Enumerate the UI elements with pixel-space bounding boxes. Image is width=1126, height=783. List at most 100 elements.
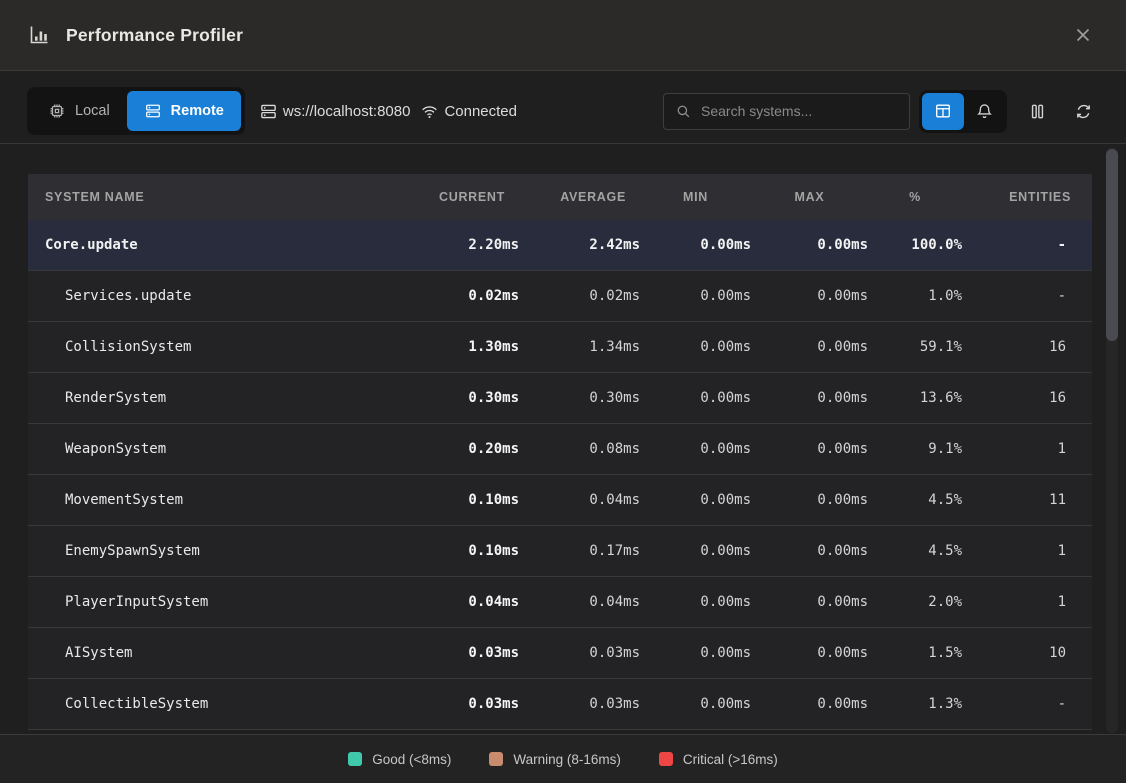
entities-cell: 1 (962, 441, 1092, 457)
local-mode-button[interactable]: Local (31, 91, 127, 131)
max-cell: 0.00ms (751, 594, 868, 610)
local-mode-label: Local (75, 103, 110, 119)
average-cell: 0.17ms (519, 543, 640, 559)
min-cell: 0.00ms (640, 339, 751, 355)
column-header-system-name[interactable]: SYSTEM NAME (28, 190, 404, 204)
average-cell: 0.04ms (519, 594, 640, 610)
vertical-scrollbar[interactable] (1106, 147, 1118, 733)
average-cell: 2.42ms (519, 237, 640, 253)
system-name-cell: PlayerInputSystem (28, 594, 404, 610)
max-cell: 0.00ms (751, 390, 868, 406)
legend-swatch-icon (489, 752, 503, 766)
cpu-chip-icon (48, 102, 66, 120)
table-row[interactable]: AISystem 0.03ms 0.03ms 0.00ms 0.00ms 1.5… (28, 628, 1092, 679)
scrollbar-thumb[interactable] (1106, 149, 1118, 341)
legend-item: Good (<8ms) (348, 752, 451, 767)
column-header-current[interactable]: CURRENT (404, 190, 519, 204)
table-row[interactable]: CollisionSystem 1.30ms 1.34ms 0.00ms 0.0… (28, 322, 1092, 373)
legend-label: Warning (8-16ms) (513, 752, 621, 767)
table-body: Core.update 2.20ms 2.42ms 0.00ms 0.00ms … (28, 220, 1092, 730)
current-cell: 0.03ms (404, 696, 519, 712)
search-icon (675, 103, 692, 120)
percent-cell: 4.5% (868, 543, 962, 559)
max-cell: 0.00ms (751, 441, 868, 457)
percent-cell: 9.1% (868, 441, 962, 457)
alerts-button[interactable] (964, 93, 1004, 130)
table-row[interactable]: PlayerInputSystem 0.04ms 0.04ms 0.00ms 0… (28, 577, 1092, 628)
view-toggle-group (919, 90, 1007, 133)
percent-cell: 1.3% (868, 696, 962, 712)
column-header-entities[interactable]: ENTITIES (962, 190, 1092, 204)
bell-icon (975, 102, 994, 121)
websocket-url-text: ws://localhost:8080 (283, 103, 411, 120)
max-cell: 0.00ms (751, 645, 868, 661)
wifi-icon (420, 102, 439, 121)
refresh-button[interactable] (1067, 93, 1099, 130)
pause-button[interactable] (1021, 93, 1053, 130)
average-cell: 1.34ms (519, 339, 640, 355)
table-row[interactable]: MovementSystem 0.10ms 0.04ms 0.00ms 0.00… (28, 475, 1092, 526)
column-header-percent[interactable]: % (868, 190, 962, 204)
search-input[interactable] (701, 103, 898, 119)
bar-chart-icon (28, 24, 50, 46)
remote-mode-button[interactable]: Remote (127, 91, 241, 131)
max-cell: 0.00ms (751, 339, 868, 355)
current-cell: 1.30ms (404, 339, 519, 355)
min-cell: 0.00ms (640, 441, 751, 457)
connection-status-text: Connected (444, 103, 517, 120)
table-row[interactable]: RenderSystem 0.30ms 0.30ms 0.00ms 0.00ms… (28, 373, 1092, 424)
percent-cell: 1.5% (868, 645, 962, 661)
current-cell: 2.20ms (404, 237, 519, 253)
percent-cell: 59.1% (868, 339, 962, 355)
websocket-url: ws://localhost:8080 (259, 102, 411, 121)
table-row[interactable]: WeaponSystem 0.20ms 0.08ms 0.00ms 0.00ms… (28, 424, 1092, 475)
average-cell: 0.02ms (519, 288, 640, 304)
column-header-average[interactable]: AVERAGE (519, 190, 640, 204)
table-view-button[interactable] (922, 93, 964, 130)
toolbar: Local Remote (27, 87, 1099, 135)
column-header-max[interactable]: MAX (751, 190, 868, 204)
current-cell: 0.04ms (404, 594, 519, 610)
current-cell: 0.30ms (404, 390, 519, 406)
table-row[interactable]: EnemySpawnSystem 0.10ms 0.17ms 0.00ms 0.… (28, 526, 1092, 577)
connection-status: Connected (420, 102, 517, 121)
entities-cell: 1 (962, 594, 1092, 610)
remote-mode-label: Remote (171, 103, 224, 119)
average-cell: 0.30ms (519, 390, 640, 406)
table-header-row: SYSTEM NAME CURRENT AVERAGE MIN MAX % EN… (28, 174, 1092, 220)
entities-cell: 10 (962, 645, 1092, 661)
table-row[interactable]: Core.update 2.20ms 2.42ms 0.00ms 0.00ms … (28, 220, 1092, 271)
percent-cell: 1.0% (868, 288, 962, 304)
table-row[interactable]: Services.update 0.02ms 0.02ms 0.00ms 0.0… (28, 271, 1092, 322)
current-cell: 0.02ms (404, 288, 519, 304)
max-cell: 0.00ms (751, 237, 868, 253)
percent-cell: 2.0% (868, 594, 962, 610)
server-icon (144, 102, 162, 120)
legend-label: Good (<8ms) (372, 752, 451, 767)
max-cell: 0.00ms (751, 288, 868, 304)
min-cell: 0.00ms (640, 645, 751, 661)
min-cell: 0.00ms (640, 492, 751, 508)
entities-cell: 16 (962, 339, 1092, 355)
system-name-cell: WeaponSystem (28, 441, 404, 457)
average-cell: 0.04ms (519, 492, 640, 508)
min-cell: 0.00ms (640, 390, 751, 406)
max-cell: 0.00ms (751, 492, 868, 508)
system-name-cell: Core.update (28, 237, 404, 253)
column-header-min[interactable]: MIN (640, 190, 751, 204)
min-cell: 0.00ms (640, 543, 751, 559)
legend-swatch-icon (659, 752, 673, 766)
system-name-cell: CollectibleSystem (28, 696, 404, 712)
legend-swatch-icon (348, 752, 362, 766)
current-cell: 0.10ms (404, 543, 519, 559)
legend-item: Critical (>16ms) (659, 752, 778, 767)
entities-cell: 1 (962, 543, 1092, 559)
table-row[interactable]: CollectibleSystem 0.03ms 0.03ms 0.00ms 0… (28, 679, 1092, 730)
current-cell: 0.20ms (404, 441, 519, 457)
percent-cell: 4.5% (868, 492, 962, 508)
performance-profiler-window: Performance Profiler Local (0, 0, 1126, 783)
close-button[interactable] (1068, 20, 1098, 50)
min-cell: 0.00ms (640, 594, 751, 610)
entities-cell: - (962, 237, 1092, 253)
systems-table: SYSTEM NAME CURRENT AVERAGE MIN MAX % EN… (28, 174, 1092, 730)
